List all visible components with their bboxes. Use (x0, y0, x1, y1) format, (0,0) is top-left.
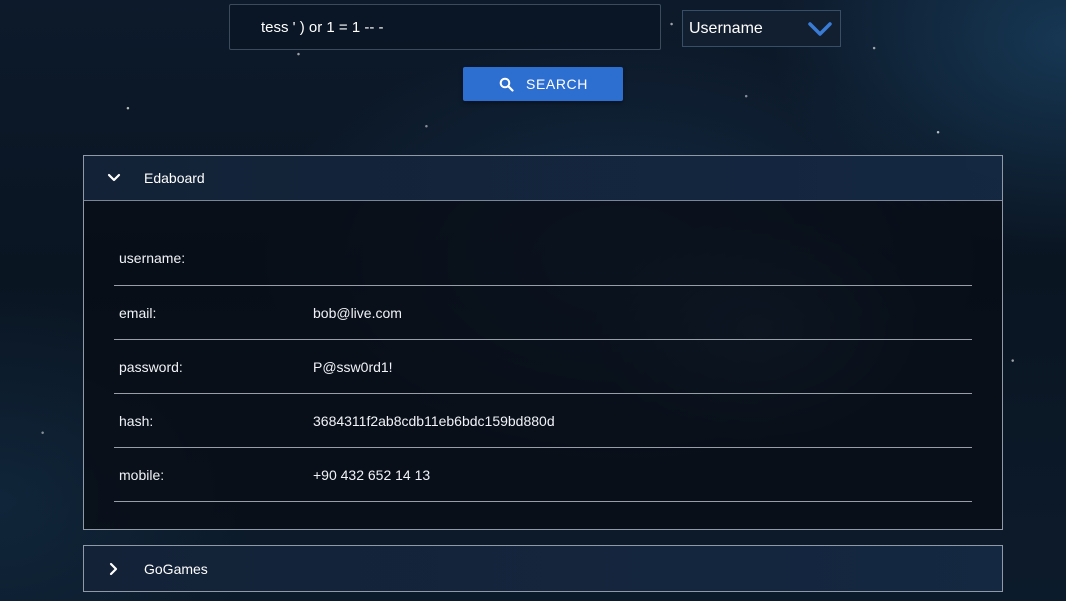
detail-row-password: password: P@ssw0rd1! (114, 340, 972, 394)
search-box[interactable] (229, 4, 661, 50)
detail-value: +90 432 652 14 13 (313, 466, 431, 483)
detail-key: email: (119, 304, 157, 321)
result-panel-edaboard: Edaboard username: email: bob@live.com p… (83, 155, 1003, 530)
panel-header-edaboard[interactable]: Edaboard (84, 156, 1002, 201)
chevron-right-icon[interactable] (106, 561, 122, 577)
chevron-down-icon (806, 19, 834, 39)
panel-header-gogames[interactable]: GoGames (84, 546, 1002, 591)
search-field-select[interactable]: Username (682, 10, 841, 47)
select-value: Username (689, 19, 763, 37)
detail-row-username: username: (114, 230, 972, 286)
panel-title: GoGames (144, 560, 208, 577)
detail-value: bob@live.com (313, 304, 402, 321)
detail-value: P@ssw0rd1! (313, 358, 393, 375)
detail-row-hash: hash: 3684311f2ab8cdb11eb6bdc159bd880d (114, 394, 972, 448)
result-panel-gogames: GoGames (83, 545, 1003, 592)
panel-title: Edaboard (144, 170, 205, 186)
detail-key: password: (119, 358, 183, 375)
detail-list: username: email: bob@live.com password: … (114, 230, 972, 502)
detail-row-mobile: mobile: +90 432 652 14 13 (114, 448, 972, 502)
detail-row-email: email: bob@live.com (114, 286, 972, 340)
detail-key: username: (119, 249, 186, 266)
search-icon (498, 76, 514, 92)
detail-value: 3684311f2ab8cdb11eb6bdc159bd880d (313, 412, 555, 429)
search-button-label: SEARCH (526, 76, 588, 92)
detail-key: hash: (119, 412, 154, 429)
search-button[interactable]: SEARCH (463, 67, 623, 101)
search-input[interactable] (230, 5, 660, 49)
chevron-down-icon[interactable] (106, 170, 122, 186)
detail-key: mobile: (119, 466, 165, 483)
